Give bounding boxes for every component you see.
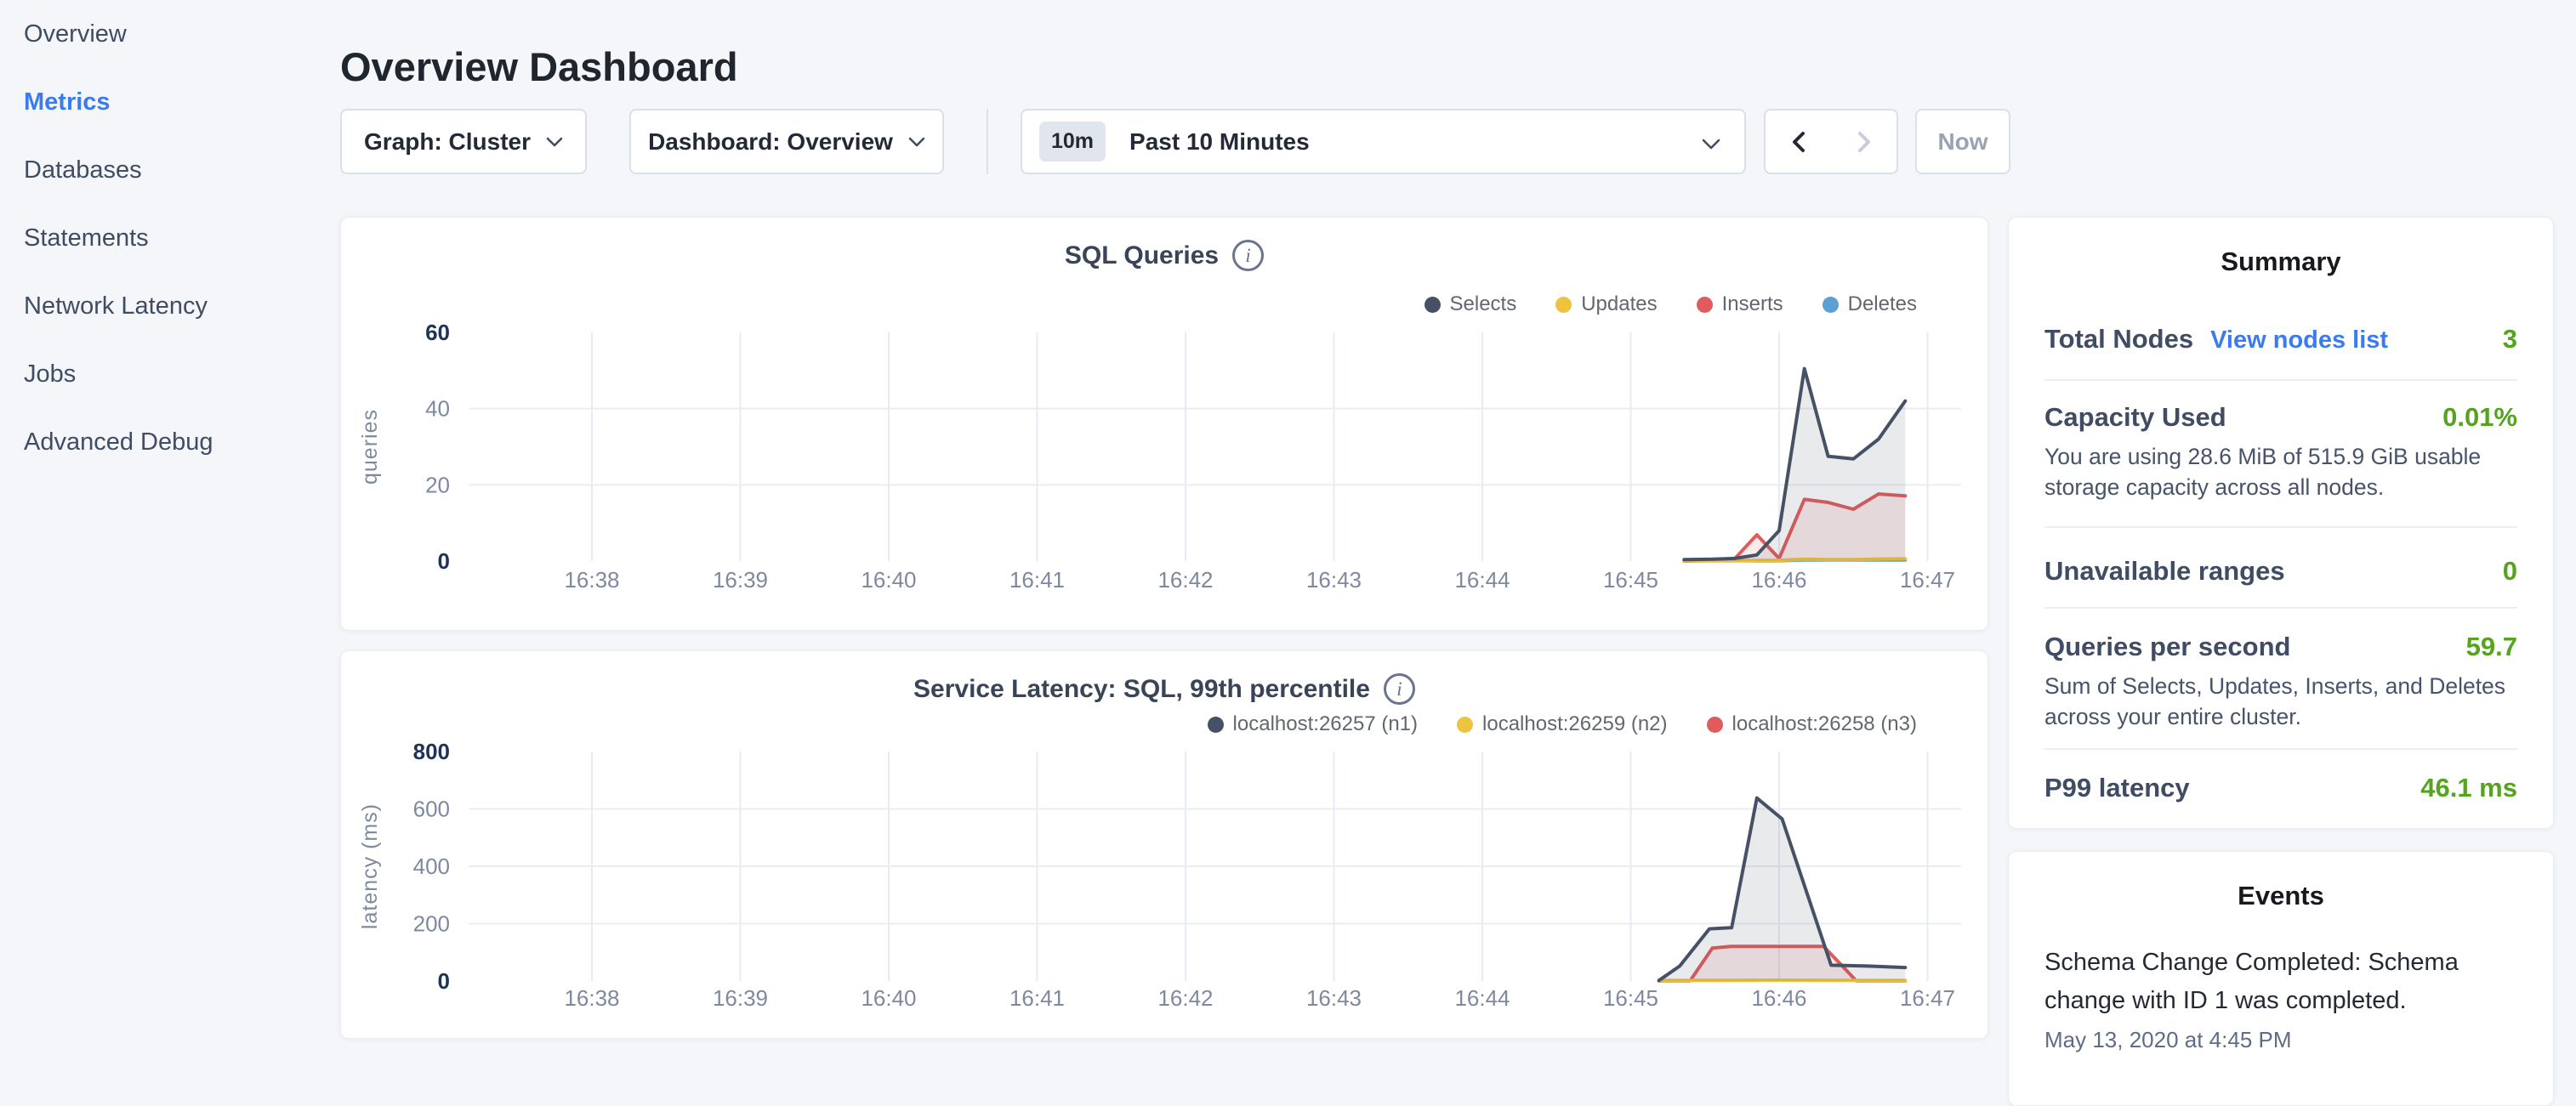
time-window-label: Past 10 Minutes	[1129, 128, 1310, 156]
svg-text:16:39: 16:39	[713, 985, 768, 1011]
svg-text:16:42: 16:42	[1157, 985, 1213, 1011]
summary-description: Sum of Selects, Updates, Inserts, and De…	[2044, 671, 2517, 732]
divider	[2044, 748, 2517, 750]
svg-text:800: 800	[413, 739, 450, 764]
svg-text:60: 60	[425, 320, 450, 345]
summary-description: You are using 28.6 MiB of 515.9 GiB usab…	[2044, 441, 2517, 502]
chevron-down-icon	[1702, 139, 1720, 150]
summary-value: 59.7	[2466, 632, 2517, 662]
svg-text:16:44: 16:44	[1454, 985, 1510, 1011]
graph-source-dropdown[interactable]: Graph: Cluster	[340, 109, 587, 174]
divider	[2044, 526, 2517, 528]
svg-text:16:45: 16:45	[1603, 985, 1658, 1011]
summary-label: Total Nodes	[2044, 324, 2193, 354]
sidebar-item-statements[interactable]: Statements	[24, 204, 340, 272]
dashboard-dropdown-label: Dashboard: Overview	[648, 128, 893, 156]
summary-label: Queries per second	[2044, 632, 2290, 662]
divider	[2044, 607, 2517, 609]
summary-value: 0	[2503, 556, 2517, 587]
svg-text:16:47: 16:47	[1900, 567, 1955, 593]
dashboard-dropdown[interactable]: Dashboard: Overview	[629, 109, 944, 174]
service-latency-chart-card: Service Latency: SQL, 99th percentile i …	[340, 650, 1988, 1039]
toolbar-divider	[987, 109, 988, 174]
svg-text:16:43: 16:43	[1306, 985, 1362, 1011]
view-nodes-list-link[interactable]: View nodes list	[2210, 326, 2388, 354]
time-pager	[1764, 109, 1898, 174]
page-title: Overview Dashboard	[340, 43, 738, 90]
svg-text:16:39: 16:39	[713, 567, 768, 593]
events-panel: Events Schema Change Completed: Schema c…	[2008, 851, 2554, 1106]
svg-text:400: 400	[413, 854, 450, 879]
service-latency-plot: 0 200 400 600 800 16:38 16:39 16:40 16:41 16:42 16…	[341, 651, 1989, 1040]
sidebar-item-jobs[interactable]: Jobs	[24, 340, 340, 408]
svg-text:16:47: 16:47	[1900, 985, 1955, 1011]
svg-text:latency (ms): latency (ms)	[358, 803, 382, 929]
summary-row-unavailable-ranges: Unavailable ranges 0	[2044, 556, 2517, 587]
now-button[interactable]: Now	[1915, 109, 2010, 174]
summary-label: Capacity Used	[2044, 402, 2226, 433]
summary-row-capacity-used: Capacity Used 0.01%	[2044, 402, 2517, 433]
svg-text:queries: queries	[358, 409, 382, 485]
summary-value: 46.1 ms	[2420, 773, 2517, 803]
summary-value: 0.01%	[2442, 402, 2517, 433]
sidebar-item-metrics[interactable]: Metrics	[24, 68, 340, 136]
events-title: Events	[2044, 881, 2517, 911]
summary-row-total-nodes: Total Nodes View nodes list 3	[2044, 324, 2517, 354]
svg-text:16:38: 16:38	[564, 985, 619, 1011]
summary-title: Summary	[2044, 247, 2517, 277]
sql-queries-plot: 0 20 40 60 16:38 16:39 16:40 16:41 16:42 16:43 16:…	[341, 218, 1989, 632]
svg-text:16:40: 16:40	[861, 985, 916, 1011]
chevron-down-icon	[908, 137, 925, 147]
time-next-button[interactable]	[1831, 111, 1896, 173]
svg-text:40: 40	[425, 396, 450, 422]
svg-text:0: 0	[438, 548, 450, 574]
chevron-right-icon	[1857, 131, 1872, 153]
svg-text:16:42: 16:42	[1157, 567, 1213, 593]
summary-value: 3	[2503, 324, 2517, 354]
time-window-badge: 10m	[1039, 122, 1106, 162]
svg-text:16:44: 16:44	[1454, 567, 1510, 593]
summary-label: Unavailable ranges	[2044, 556, 2285, 587]
event-timestamp: May 13, 2020 at 4:45 PM	[2044, 1027, 2517, 1053]
svg-text:16:43: 16:43	[1306, 567, 1362, 593]
sidebar-item-network-latency[interactable]: Network Latency	[24, 272, 340, 340]
svg-text:16:45: 16:45	[1603, 567, 1658, 593]
svg-text:0: 0	[438, 968, 450, 994]
svg-text:600: 600	[413, 797, 450, 822]
svg-text:200: 200	[413, 911, 450, 937]
chevron-down-icon	[546, 137, 563, 147]
svg-text:16:38: 16:38	[564, 567, 619, 593]
summary-row-p99-latency: P99 latency 46.1 ms	[2044, 773, 2517, 803]
sidebar-item-advanced-debug[interactable]: Advanced Debug	[24, 408, 340, 476]
svg-text:16:41: 16:41	[1009, 985, 1065, 1011]
svg-text:16:40: 16:40	[861, 567, 916, 593]
time-prev-button[interactable]	[1766, 111, 1831, 173]
summary-row-queries-per-second: Queries per second 59.7	[2044, 632, 2517, 662]
time-window-selector[interactable]: 10m Past 10 Minutes	[1021, 109, 1746, 174]
summary-panel: Summary Total Nodes View nodes list 3 Ca…	[2008, 217, 2554, 829]
now-button-label: Now	[1937, 128, 1987, 156]
sidebar-item-databases[interactable]: Databases	[24, 136, 340, 204]
app-root: Overview Metrics Databases Statements Ne…	[0, 0, 2576, 1051]
chevron-left-icon	[1791, 131, 1806, 153]
sidebar-nav: Overview Metrics Databases Statements Ne…	[0, 0, 340, 476]
svg-text:20: 20	[425, 472, 450, 497]
event-message: Schema Change Completed: Schema change w…	[2044, 944, 2517, 1020]
divider	[2044, 379, 2517, 381]
svg-text:16:41: 16:41	[1009, 567, 1065, 593]
sidebar-item-overview[interactable]: Overview	[24, 0, 340, 68]
svg-text:16:46: 16:46	[1751, 985, 1806, 1011]
svg-text:16:46: 16:46	[1751, 567, 1806, 593]
sql-queries-chart-card: SQL Queries i SelectsUpdatesInsertsDelet…	[340, 217, 1988, 631]
graph-dropdown-label: Graph: Cluster	[364, 128, 531, 156]
summary-label: P99 latency	[2044, 773, 2190, 803]
